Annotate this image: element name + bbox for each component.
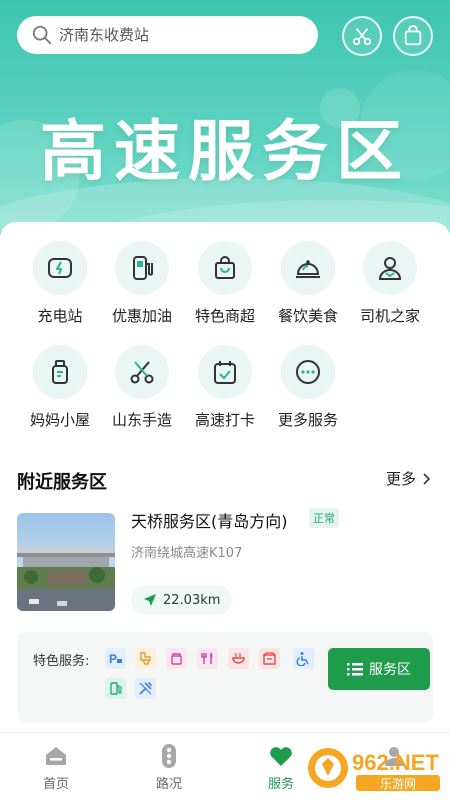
shop-button[interactable] [393,16,433,56]
list-icon [347,663,363,676]
feature-services-panel: 特色服务: P 服务区 [17,632,433,722]
handicraft-button[interactable] [342,16,382,56]
more-link[interactable]: 更多 [386,468,434,489]
service-area-image [17,513,115,611]
scissors-icon [130,361,154,384]
traffic-light-icon [162,744,176,768]
service-area-photo[interactable] [17,513,115,611]
service-label: 妈妈小屋 [29,411,90,429]
cloche-icon [296,260,320,278]
fuel-pump-icon [133,256,153,280]
watermark: 962.NET 乐游网 [306,742,446,794]
scissors-icon [352,28,372,46]
service-label: 特色商超 [194,307,255,325]
dining-icon [197,648,218,669]
watermark-logo: 962.NET 乐游网 [308,748,440,791]
more-icon [296,360,320,384]
distance-pill[interactable]: 22.03km [131,585,233,615]
svg-text:962.NET: 962.NET [352,750,439,775]
service-charging-station[interactable]: 充电站 [15,241,105,326]
parking-icon: P [105,648,126,669]
service-label: 充电站 [37,307,83,325]
search-icon [32,25,52,45]
tab-label: 路况 [155,777,182,792]
more-label: 更多 [385,470,416,488]
service-label: 更多服务 [277,411,338,429]
service-label: 山东手造 [111,411,172,429]
toilet-icon [135,648,156,669]
charging-icon [48,258,72,278]
service-area-road: 济南绕城高速K107 [131,546,243,561]
navigation-arrow-icon [144,594,156,606]
service-label: 司机之家 [359,307,420,325]
accessible-icon [293,648,314,669]
feature-services-label: 特色服务: [33,654,90,669]
service-dining[interactable]: 餐饮美食 [263,241,353,326]
service-mother-room[interactable]: 妈妈小屋 [15,345,105,430]
heart-icon [270,747,292,766]
service-label: 高速打卡 [194,411,255,429]
home-icon [46,747,66,765]
svg-text:P: P [109,652,117,666]
shopping-bag-icon [404,25,422,46]
service-more[interactable]: 更多服务 [263,345,353,430]
noodle-icon [228,648,249,669]
tab-label: 首页 [42,777,69,792]
service-specialty-store[interactable]: 特色商超 [180,241,270,326]
hero-title: 高速服务区 [40,113,410,190]
tab-home[interactable]: 首页 [16,743,96,792]
hero-banner: 高速服务区 [0,0,450,250]
service-label: 优惠加油 [111,307,172,325]
baby-bottle-icon [52,360,68,384]
svg-text:乐游网: 乐游网 [380,777,416,791]
fuel-icon [105,678,126,699]
store-icon [166,648,187,669]
tab-traffic[interactable]: 路况 [129,743,209,792]
content-card: 充电站 优惠加油 特色商超 餐饮美食 司机之家 妈妈小屋 山东手造 高速打卡 更… [0,222,450,732]
service-fuel-discount[interactable]: 优惠加油 [97,241,187,326]
service-driver-home[interactable]: 司机之家 [345,241,435,326]
service-area-name[interactable]: 天桥服务区(青岛方向) [131,508,288,532]
repair-icon [135,678,156,699]
calendar-check-icon [214,361,236,384]
search-input[interactable] [59,26,289,44]
shopping-bag-icon [215,256,235,279]
chevron-right-icon [423,472,431,485]
service-label: 餐饮美食 [277,307,338,325]
status-badge: 正常 [309,508,339,528]
service-area-button[interactable]: 服务区 [328,648,430,690]
supermarket-icon [259,648,280,669]
service-checkin[interactable]: 高速打卡 [180,345,270,430]
section-title: 附近服务区 [17,472,107,493]
distance-value: 22.03km [163,592,221,608]
driver-icon [378,257,402,280]
service-area-button-label: 服务区 [369,662,411,678]
service-handicraft[interactable]: 山东手造 [97,345,187,430]
search-bar[interactable] [17,16,318,54]
